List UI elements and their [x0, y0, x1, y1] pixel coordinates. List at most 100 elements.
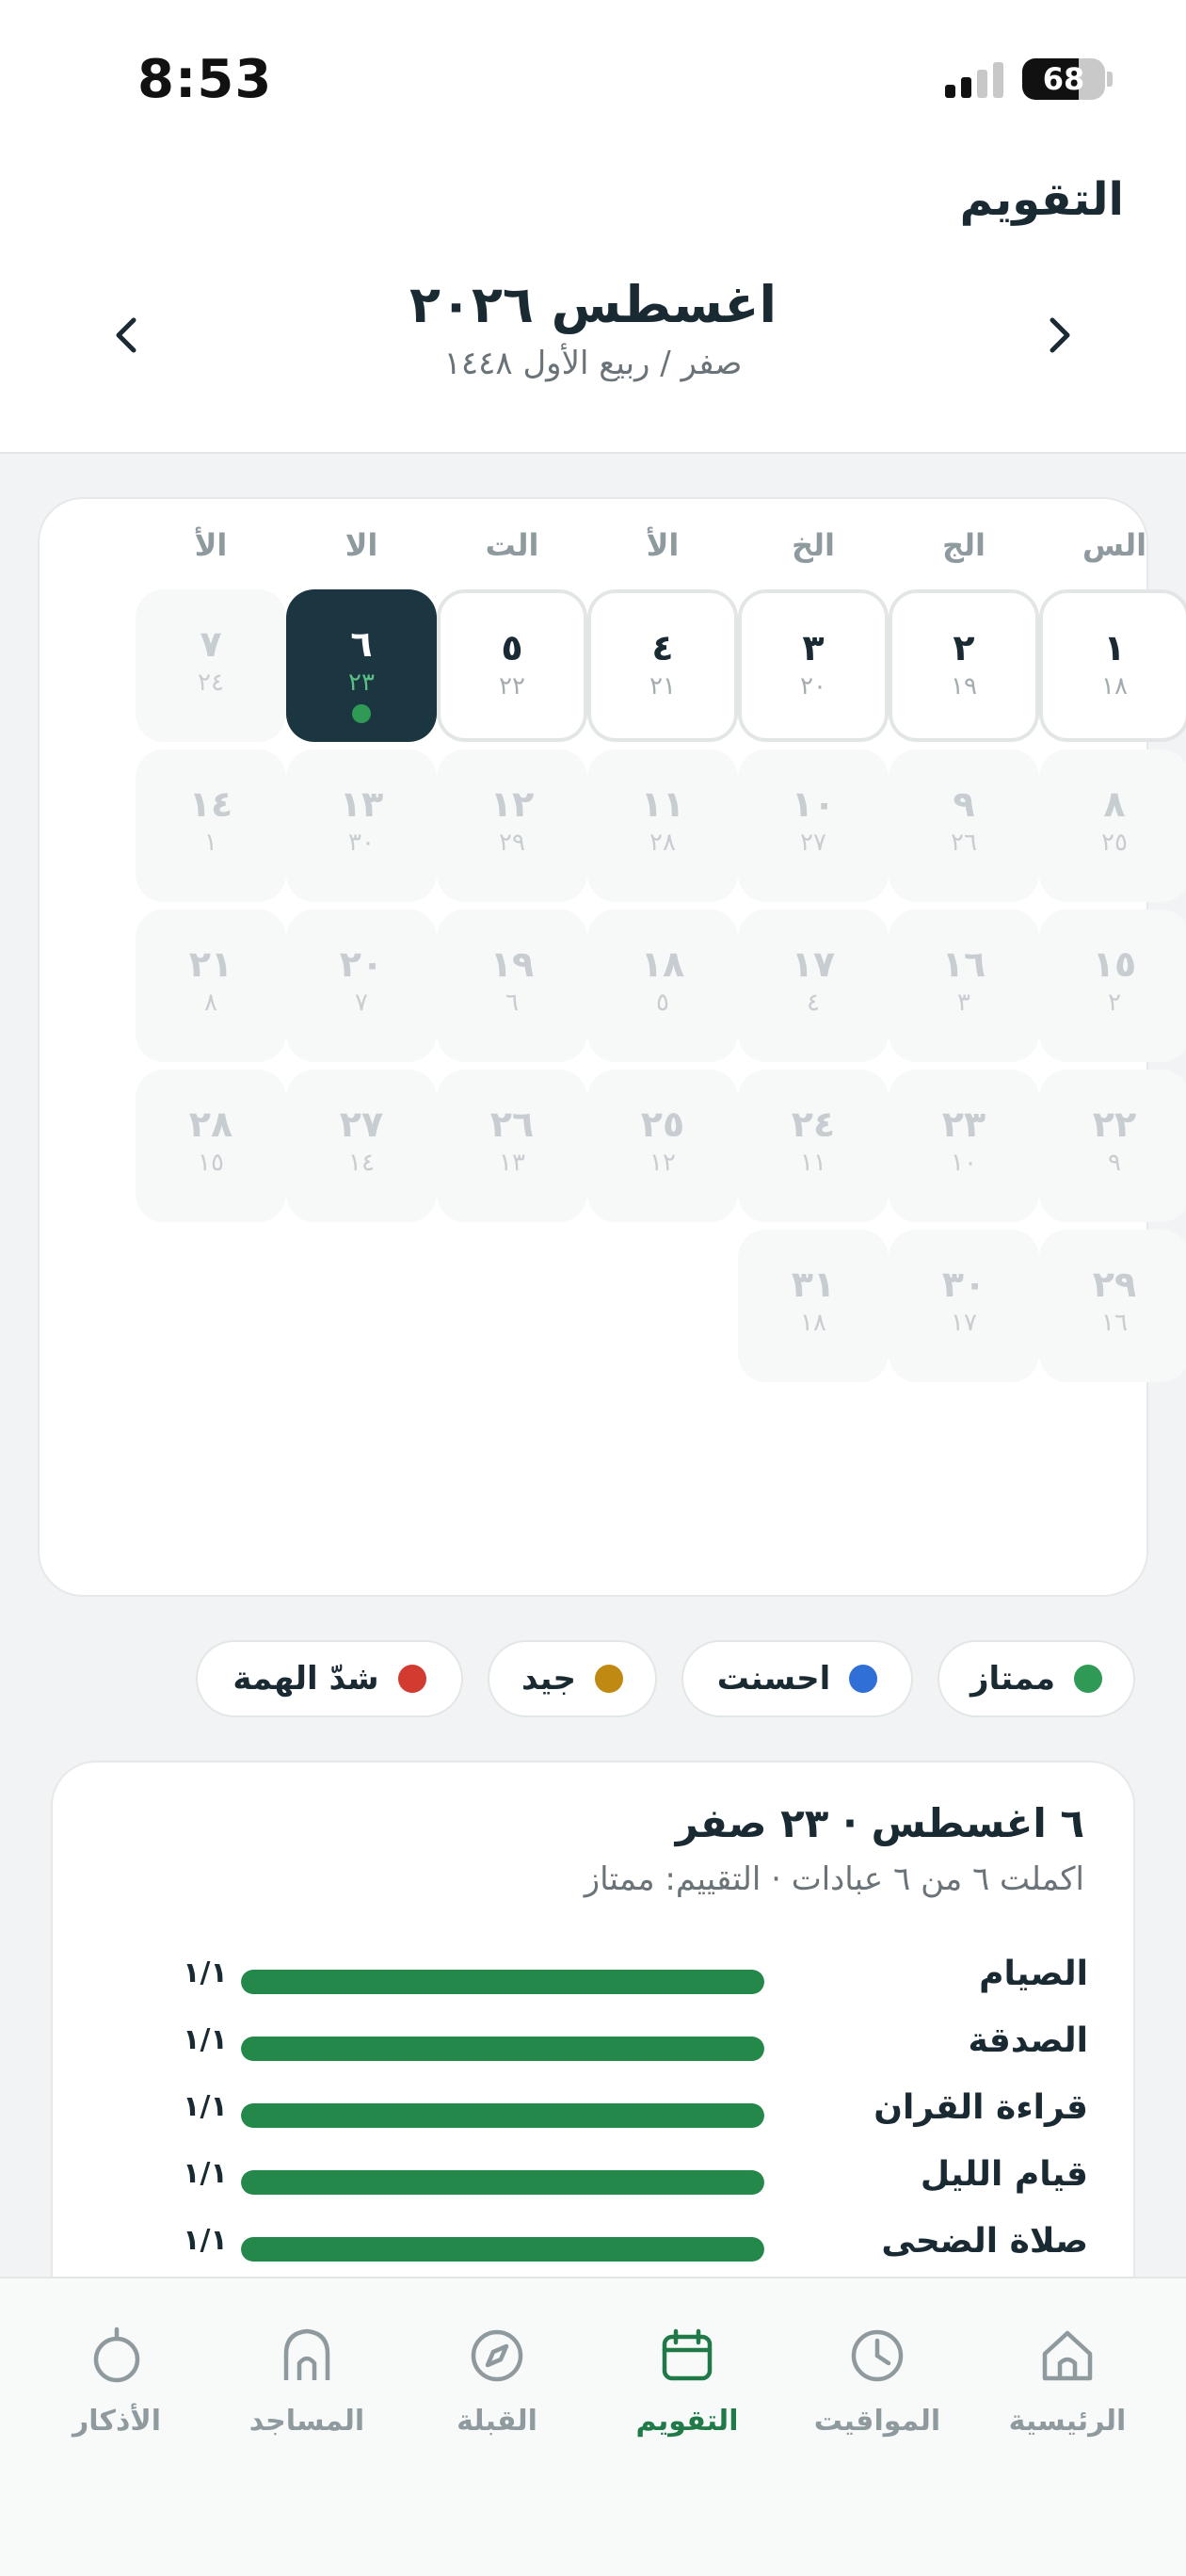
hijri-day-number: ١٩ — [951, 672, 977, 700]
calendar-day[interactable]: ١٤ ١ — [136, 749, 286, 902]
gregorian-day-number: ٢٤ — [791, 1103, 836, 1145]
hijri-day-number: ١٢ — [649, 1149, 676, 1177]
worship-progress-bar — [241, 2103, 764, 2128]
clock-icon — [851, 2329, 904, 2382]
calendar-day[interactable]: ٢٥ ١٢ — [587, 1070, 738, 1222]
calendar-day[interactable]: ١ ١٨ — [1039, 589, 1186, 742]
calendar-day[interactable]: ٩ ٢٦ — [889, 749, 1039, 902]
calendar-day[interactable]: ١٦ ٣ — [889, 910, 1039, 1062]
gregorian-day-number: ٣١ — [791, 1264, 836, 1305]
calendar-card: الس الج الخ الأ الت الا الأ ١ ١٨ ٢ ١٩ ٣ ٢٠ ٤ ٢١… — [38, 497, 1186, 1597]
gregorian-day-number: ١٣ — [339, 783, 384, 825]
calendar-day[interactable]: ٣٠ ١٧ — [889, 1230, 1039, 1382]
day-detail-summary: اكملت ٦ من ٦ عبادات · التقييم: ممتاز — [584, 1860, 1084, 1898]
calendar-day-today[interactable]: ٦ ٢٣ — [286, 589, 437, 742]
gregorian-day-number: ٣٠ — [941, 1264, 986, 1305]
home-icon — [1042, 2330, 1093, 2381]
worship-label: الصيام — [979, 1955, 1088, 1993]
day-detail-title: ٦ اغسطس · ٢٣ صفر — [675, 1800, 1084, 1846]
gregorian-day-number: ٧ — [200, 623, 222, 665]
tab-label: القبلة — [457, 2405, 537, 2438]
legend-color-dot — [1074, 1665, 1103, 1693]
legend-label: جيد — [521, 1660, 577, 1698]
hijri-day-number: ٢٠ — [800, 672, 826, 700]
hijri-day-number: ٨ — [204, 989, 217, 1017]
hijri-day-number: ١٧ — [951, 1309, 977, 1337]
calendar-day[interactable]: ١٢ ٢٩ — [437, 749, 587, 902]
tab-mosques[interactable]: المساجد — [213, 2326, 401, 2438]
weekday-label: الت — [485, 527, 539, 563]
calendar-day[interactable]: ١٨ ٥ — [587, 910, 738, 1062]
battery-icon: 68 — [1022, 58, 1105, 100]
mosque-icon — [283, 2328, 330, 2380]
worship-label: قيام الليل — [920, 2155, 1088, 2194]
worship-row[interactable]: الصيام ١/١ — [53, 1949, 1137, 2005]
worship-count: ١/١ — [183, 2157, 228, 2190]
progress-fill — [241, 2103, 764, 2128]
hijri-day-number: ١٦ — [1101, 1309, 1128, 1337]
hijri-day-number: ١٨ — [800, 1309, 826, 1337]
legend-good[interactable]: جيد — [488, 1640, 657, 1717]
month-title: اغسطس ٢٠٢٦ — [409, 275, 777, 334]
calendar-day[interactable]: ٢٦ ١٣ — [437, 1070, 587, 1222]
page-title: التقويم — [959, 173, 1124, 226]
worship-count: ١/١ — [183, 1956, 228, 1989]
gregorian-day-number: ٢٥ — [640, 1103, 685, 1145]
worship-row[interactable]: صلاة الضحى ١/١ — [53, 2216, 1137, 2273]
tab-prayer-times[interactable]: المواقيت — [783, 2326, 971, 2438]
calendar-day[interactable]: ٥ ٢٢ — [437, 589, 587, 742]
calendar-day[interactable]: ٢ ١٩ — [889, 589, 1039, 742]
tab-home[interactable]: الرئيسية — [973, 2326, 1162, 2438]
progress-fill — [241, 1970, 764, 1994]
calendar-day[interactable]: ١٠ ٢٧ — [738, 749, 889, 902]
calendar-day[interactable]: ٢٤ ١١ — [738, 1070, 889, 1222]
calendar-day[interactable]: ٨ ٢٥ — [1039, 749, 1186, 902]
hijri-day-number: ٣ — [957, 989, 970, 1017]
worship-row[interactable]: قيام الليل ١/١ — [53, 2149, 1137, 2206]
tab-calendar[interactable]: التقويم — [593, 2326, 781, 2438]
calendar-day[interactable]: ١٩ ٦ — [437, 910, 587, 1062]
calendar-icon — [662, 2328, 713, 2381]
tab-label: التقويم — [635, 2405, 739, 2438]
calendar-day[interactable]: ٢٢ ٩ — [1039, 1070, 1186, 1222]
gregorian-day-number: ٢٠ — [339, 943, 384, 985]
legend-push-harder[interactable]: شدّ الهمة — [196, 1640, 463, 1717]
calendar-day[interactable]: ٣ ٢٠ — [738, 589, 889, 742]
next-month-button[interactable] — [1032, 298, 1088, 373]
calendar-day[interactable]: ٢٩ ١٦ — [1039, 1230, 1186, 1382]
hijri-day-number: ٧ — [355, 989, 368, 1017]
calendar-day[interactable]: ٢٨ ١٥ — [136, 1070, 286, 1222]
legend-excellent[interactable]: ممتاز — [938, 1640, 1135, 1717]
worship-progress-bar — [241, 1970, 764, 1994]
signal-icon — [945, 60, 1005, 98]
calendar-day[interactable]: ٢٠ ٧ — [286, 910, 437, 1062]
worship-row[interactable]: قراءة القران ١/١ — [53, 2083, 1137, 2139]
hijri-day-number: ٢٤ — [198, 668, 224, 697]
gregorian-day-number: ٢ — [953, 627, 975, 668]
calendar-day[interactable]: ١٣ ٣٠ — [286, 749, 437, 902]
calendar-day[interactable]: ١٧ ٤ — [738, 910, 889, 1062]
hijri-day-number: ١٨ — [1101, 672, 1128, 700]
hijri-day-number: ٩ — [1108, 1149, 1121, 1177]
worship-count: ١/١ — [183, 2224, 228, 2257]
calendar-day[interactable]: ٣١ ١٨ — [738, 1230, 889, 1382]
tab-qibla[interactable]: القبلة — [403, 2326, 591, 2438]
tab-label: الأذكار — [72, 2405, 161, 2438]
calendar-day[interactable]: ١١ ٢٨ — [587, 749, 738, 902]
worship-progress-bar — [241, 2237, 764, 2262]
hijri-day-number: ٥ — [656, 989, 669, 1017]
calendar-day[interactable]: ٢٧ ١٤ — [286, 1070, 437, 1222]
progress-fill — [241, 2170, 764, 2195]
legend-well-done[interactable]: احسنت — [681, 1640, 913, 1717]
calendar-day[interactable]: ٧ ٢٤ — [136, 589, 286, 742]
calendar-day[interactable]: ٢٣ ١٠ — [889, 1070, 1039, 1222]
gregorian-day-number: ١ — [1103, 627, 1126, 668]
tab-adhkar[interactable]: الأذكار — [23, 2326, 211, 2438]
gregorian-day-number: ٢١ — [188, 943, 233, 985]
calendar-day[interactable]: ٢١ ٨ — [136, 910, 286, 1062]
legend-color-dot — [397, 1665, 426, 1693]
status-time: 8:53 — [137, 49, 273, 110]
worship-row[interactable]: الصدقة ١/١ — [53, 2016, 1137, 2072]
calendar-day[interactable]: ١٥ ٢ — [1039, 910, 1186, 1062]
calendar-day[interactable]: ٤ ٢١ — [587, 589, 738, 742]
